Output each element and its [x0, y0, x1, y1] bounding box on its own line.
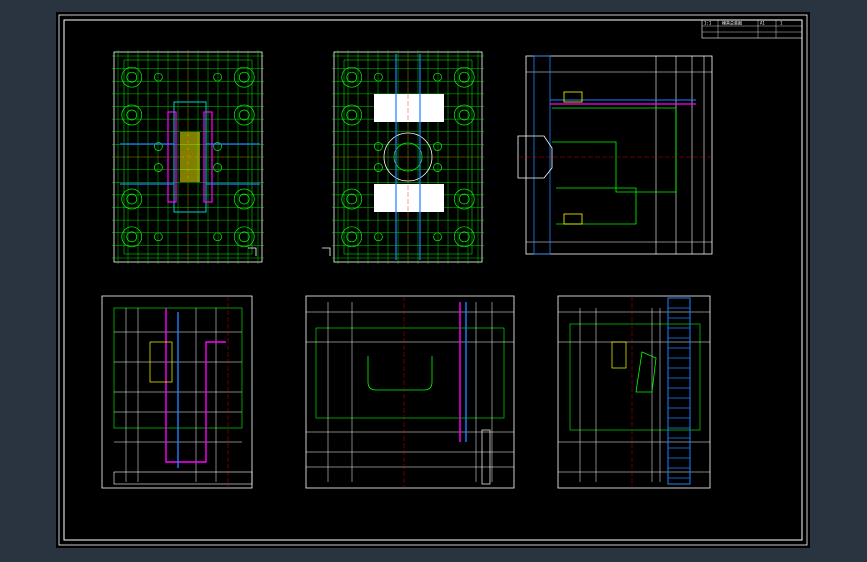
hole-circle — [458, 109, 470, 121]
moving-half-plan-view — [112, 50, 264, 264]
hole-circle — [213, 72, 222, 82]
drawing-sheet: 1:1 模具总装图 A1 1 — [56, 12, 810, 548]
hole-circle — [458, 193, 470, 205]
hole-circle — [238, 109, 250, 121]
hole-circle — [238, 193, 250, 205]
hole-circle — [233, 66, 255, 88]
hole-circle — [346, 231, 358, 243]
hole-circle — [238, 71, 250, 83]
hole-circle — [453, 188, 475, 210]
hole-circle — [121, 188, 143, 210]
hole-circle — [346, 71, 358, 83]
hole-circle — [154, 232, 163, 242]
hole-circle — [233, 226, 255, 248]
hole-circle — [458, 71, 470, 83]
side-section-right — [517, 55, 713, 255]
hole-circle — [213, 163, 222, 172]
hole-circle — [458, 231, 470, 243]
hole-circle — [154, 163, 163, 172]
title-block: 1:1 模具总装图 A1 1 — [701, 20, 803, 39]
hole-circle — [433, 72, 442, 82]
hole-circle — [341, 66, 363, 88]
title-block-cell-name: 模具总装图 — [722, 20, 742, 26]
hole-circle — [374, 163, 383, 172]
hole-circle — [126, 231, 138, 243]
hole-circle — [346, 193, 358, 205]
section-b-b — [305, 295, 515, 489]
title-block-cell-sheet: 1 — [780, 21, 783, 26]
hole-circle — [213, 232, 222, 242]
hole-circle — [433, 163, 442, 172]
hole-circle — [433, 232, 442, 242]
hole-circle — [121, 66, 143, 88]
hole-circle — [433, 142, 442, 151]
hole-circle — [341, 188, 363, 210]
hole-circle — [374, 142, 383, 151]
hole-circle — [126, 71, 138, 83]
hole-circle — [346, 109, 358, 121]
section-c-c — [557, 295, 711, 489]
hole-circle — [233, 188, 255, 210]
title-block-cell-size: A1 — [760, 21, 765, 26]
section-a-a — [101, 295, 253, 489]
hole-circle — [121, 104, 143, 126]
hole-circle — [233, 104, 255, 126]
hole-circle — [453, 66, 475, 88]
hole-circle — [453, 104, 475, 126]
hole-circle — [121, 226, 143, 248]
hole-circle — [341, 226, 363, 248]
hole-circle — [154, 72, 163, 82]
hole-circle — [341, 104, 363, 126]
hole-circle — [126, 109, 138, 121]
hole-circle — [126, 193, 138, 205]
hole-circle — [238, 231, 250, 243]
hole-circle — [453, 226, 475, 248]
title-block-cell-scale: 1:1 — [704, 21, 712, 26]
cad-drawing: 1:1 模具总装图 A1 1 — [58, 14, 808, 546]
hole-circle — [374, 72, 383, 82]
fixed-half-plan-view — [322, 50, 484, 264]
hole-circle — [374, 232, 383, 242]
